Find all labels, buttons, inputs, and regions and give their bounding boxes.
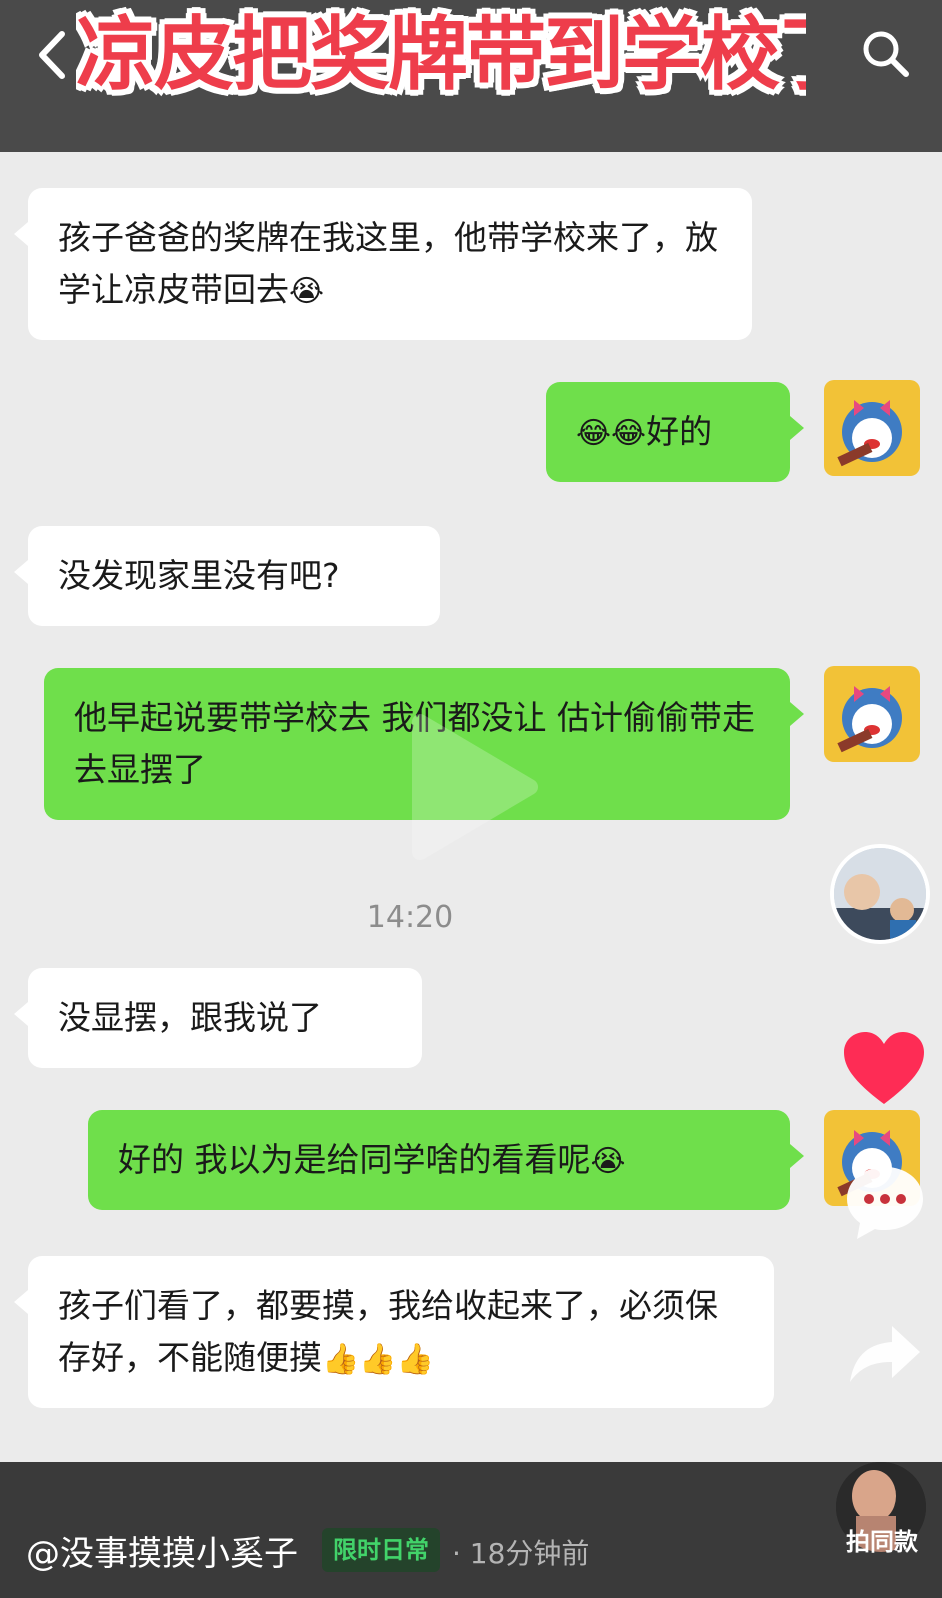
incoming-message: 没显摆，跟我说了 xyxy=(14,968,422,1068)
chat-timestamp: 14:20 xyxy=(366,900,454,935)
chat-area: 孩子爸爸的奖牌在我这里，他带学校来了，放学让凉皮带回去😭 😂😂好的 没发现家里没… xyxy=(0,152,942,1462)
bottom-info-bar: @没事摸摸小奚子 限时日常 · 18分钟前 xyxy=(0,1462,942,1598)
user-avatar[interactable] xyxy=(824,666,920,762)
topic-tag[interactable]: 限时日常 xyxy=(322,1528,440,1572)
laughing-emoji: 😂😂 xyxy=(576,416,647,451)
message-text: 好的 xyxy=(646,412,713,451)
cartoon-avatar-icon xyxy=(824,666,920,762)
author-name[interactable]: @没事摸摸小奚子 xyxy=(26,1526,298,1575)
crying-emoji: 😭 xyxy=(289,274,325,309)
chevron-left-icon[interactable] xyxy=(30,28,76,82)
message-text: 没显摆，跟我说了 xyxy=(58,998,322,1037)
message-text: 孩子爸爸的奖牌在我这里，他带学校来了，放学让凉皮带回去 xyxy=(58,218,718,309)
heart-icon[interactable] xyxy=(842,1030,926,1108)
outgoing-message: 好的 我以为是给同学啥的看看呢😭 xyxy=(88,1110,804,1210)
play-icon[interactable] xyxy=(400,712,540,862)
comment-icon[interactable] xyxy=(843,1163,927,1243)
crying-emoji: 😭 xyxy=(590,1144,626,1179)
post-time: · 18分钟前 xyxy=(452,1537,590,1570)
creator-avatar[interactable] xyxy=(830,844,930,944)
cartoon-avatar-icon xyxy=(824,380,920,476)
same-style-button[interactable]: 拍同款 xyxy=(832,1522,932,1557)
message-text: 没发现家里没有吧? xyxy=(58,556,340,595)
share-icon[interactable] xyxy=(848,1322,922,1384)
incoming-message: 孩子爸爸的奖牌在我这里，他带学校来了，放学让凉皮带回去😭 xyxy=(14,188,752,340)
thumbs-up-emoji: 👍👍👍 xyxy=(322,1342,435,1377)
search-icon[interactable] xyxy=(856,24,916,84)
top-bar: 凉皮把奖牌带到学校了 xyxy=(0,0,942,152)
page-title: 凉皮把奖牌带到学校了 xyxy=(76,8,806,101)
outgoing-message: 😂😂好的 xyxy=(546,382,804,482)
incoming-message: 没发现家里没有吧? xyxy=(14,526,440,626)
incoming-message: 孩子们看了，都要摸，我给收起来了，必须保存好，不能随便摸👍👍👍 xyxy=(14,1256,774,1408)
message-text: 好的 我以为是给同学啥的看看呢 xyxy=(118,1140,591,1179)
user-avatar[interactable] xyxy=(824,380,920,476)
